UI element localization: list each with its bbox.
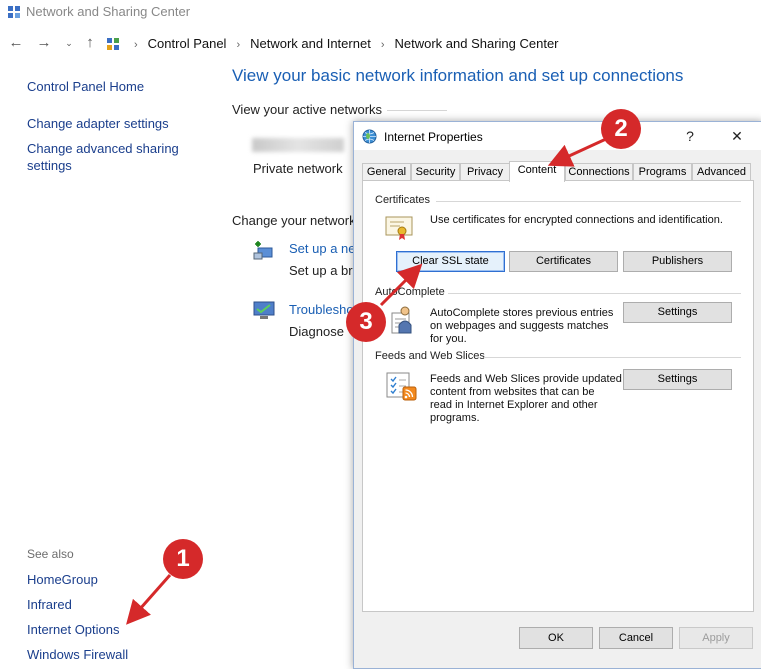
help-button[interactable]: ? [679,126,701,146]
breadcrumb-control-panel[interactable]: Control Panel [148,36,227,51]
ok-button[interactable]: OK [519,627,593,649]
network-center-icon [8,6,20,18]
forward-arrow-icon[interactable]: → [35,34,53,52]
feeds-desc-line: read in Internet Explorer and other [430,399,598,411]
callout-badge-2: 2 [601,109,641,149]
tab-programs[interactable]: Programs [633,163,692,181]
tab-advanced[interactable]: Advanced [692,163,751,181]
infrared-link[interactable]: Infrared [27,596,72,613]
tab-connections[interactable]: Connections [565,163,633,181]
feeds-desc: Feeds and Web Slices provide updated con… [430,373,622,425]
autocomplete-desc-line: for you. [430,333,467,345]
dialog-close-button[interactable]: ✕ [726,126,748,146]
window-title: Network and Sharing Center [26,4,191,19]
troubleshoot-link[interactable]: Troublesho [289,302,354,317]
network-name-blurred [252,138,344,152]
control-panel-home-link[interactable]: Control Panel Home [27,78,144,95]
breadcrumb-network-sharing-center[interactable]: Network and Sharing Center [394,36,558,51]
certificates-heading: Certificates [375,194,431,206]
change-adapter-settings-link[interactable]: Change adapter settings [27,115,169,132]
apply-button[interactable]: Apply [679,627,753,649]
breadcrumb-separator-icon: › [134,39,138,51]
see-also-heading: See also [27,547,74,561]
change-advanced-sharing-link-cont[interactable]: settings [27,157,72,174]
change-advanced-sharing-link[interactable]: Change advanced sharing [27,140,179,157]
windows-firewall-link[interactable]: Windows Firewall [27,646,128,663]
callout-badge-3: 3 [346,302,386,342]
group-divider [484,357,741,358]
group-divider [436,201,741,202]
troubleshoot-desc: Diagnose [289,324,344,339]
tab-general[interactable]: General [362,163,411,181]
feeds-desc-line: Feeds and Web Slices provide updated [430,373,622,385]
network-type: Private network [253,161,343,176]
autocomplete-icon [391,306,412,334]
certificates-button[interactable]: Certificates [509,251,618,272]
autocomplete-desc: AutoComplete stores previous entries on … [430,307,613,346]
autocomplete-settings-button[interactable]: Settings [623,302,732,323]
certificates-desc: Use certificates for encrypted connectio… [430,214,723,226]
divider [387,110,447,111]
tab-content[interactable]: Content [509,161,565,182]
tab-privacy[interactable]: Privacy [460,163,510,181]
breadcrumb-separator-icon: › [380,39,385,51]
cancel-button[interactable]: Cancel [599,627,673,649]
feeds-heading: Feeds and Web Slices [375,350,485,362]
change-settings-label: Change your network [232,213,356,228]
control-panel-icon [107,38,119,50]
publishers-button[interactable]: Publishers [623,251,732,272]
callout-arrow-1 [126,574,172,625]
up-arrow-icon[interactable]: ↑ [81,34,99,52]
setup-connection-icon [253,241,273,260]
autocomplete-desc-line: on webpages and suggests matches [430,320,609,332]
setup-connection-link[interactable]: Set up a ne [289,241,356,256]
address-bar: ← → ⌄ ↑ › Control Panel › Network and Inter… [0,30,761,58]
content-tab-panel: Certificates Use certificates for encryp… [362,180,754,612]
autocomplete-desc-line: AutoComplete stores previous entries [430,307,614,319]
autocomplete-heading: AutoComplete [375,286,445,298]
feeds-settings-button[interactable]: Settings [623,369,732,390]
feeds-icon [386,372,417,401]
certificate-icon [385,216,413,240]
active-networks-label: View your active networks [232,102,383,117]
window-title-bar: Network and Sharing Center [0,0,761,26]
dialog-title-bar: Internet Properties ? ✕ [354,122,761,150]
feeds-desc-line: content from websites that can be [430,386,595,398]
internet-properties-dialog: Internet Properties ? ✕ General Security… [353,121,761,669]
clear-ssl-state-button[interactable]: Clear SSL state [396,251,505,272]
back-arrow-icon[interactable]: ← [7,34,25,52]
recent-dropdown-icon[interactable]: ⌄ [60,34,78,52]
internet-options-link[interactable]: Internet Options [27,621,120,638]
breadcrumb-network-internet[interactable]: Network and Internet [250,36,371,51]
dialog-title: Internet Properties [384,130,483,144]
setup-connection-desc: Set up a br [289,263,353,278]
internet-globe-icon [362,129,377,144]
callout-badge-1: 1 [163,539,203,579]
breadcrumb: › Control Panel › Network and Internet › Netw… [124,36,559,51]
breadcrumb-separator-icon: › [236,39,241,51]
troubleshoot-icon [253,301,275,319]
tab-security[interactable]: Security [411,163,460,181]
page-title: View your basic network information and … [232,66,684,85]
group-divider [448,293,741,294]
homegroup-link[interactable]: HomeGroup [27,571,98,588]
feeds-desc-line: programs. [430,412,480,424]
